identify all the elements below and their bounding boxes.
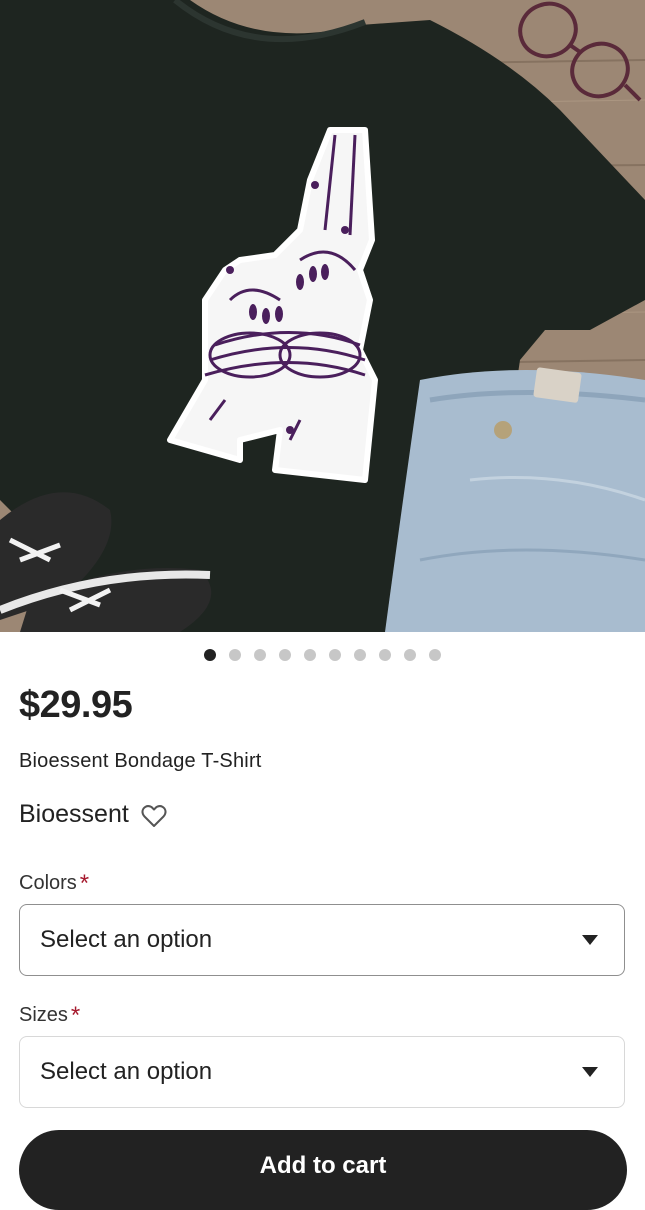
carousel-dot-6[interactable] xyxy=(329,649,341,661)
carousel-dots[interactable] xyxy=(0,649,645,661)
colors-label-text: Colors xyxy=(19,872,77,894)
product-title: Bioessent Bondage T-Shirt xyxy=(19,750,262,772)
carousel-dot-5[interactable] xyxy=(304,649,316,661)
sizes-label-text: Sizes xyxy=(19,1004,68,1026)
carousel-dot-10[interactable] xyxy=(429,649,441,661)
caret-down-icon xyxy=(582,1067,598,1077)
sizes-select-value: Select an option xyxy=(40,1058,213,1085)
carousel-dot-3[interactable] xyxy=(254,649,266,661)
colors-select[interactable]: Select an option xyxy=(19,904,625,976)
caret-down-icon xyxy=(582,935,598,945)
sizes-label: Sizes * xyxy=(19,1000,81,1029)
required-mark: * xyxy=(79,870,90,897)
shop-name[interactable]: Bioessent xyxy=(19,800,129,829)
shop-row: Bioessent xyxy=(19,800,167,829)
required-mark: * xyxy=(70,1002,81,1029)
carousel-dot-9[interactable] xyxy=(404,649,416,661)
add-to-cart-button[interactable]: Add to cart xyxy=(19,1130,627,1210)
carousel-dot-4[interactable] xyxy=(279,649,291,661)
carousel-dot-2[interactable] xyxy=(229,649,241,661)
product-price: $29.95 xyxy=(19,684,133,726)
add-to-cart-label: Add to cart xyxy=(259,1152,387,1179)
carousel-dot-1[interactable] xyxy=(204,649,216,661)
carousel-dot-8[interactable] xyxy=(379,649,391,661)
colors-label: Colors * xyxy=(19,868,90,897)
carousel-dot-7[interactable] xyxy=(354,649,366,661)
sizes-select[interactable]: Select an option xyxy=(19,1036,625,1108)
product-image[interactable] xyxy=(0,0,645,632)
colors-select-value: Select an option xyxy=(40,926,213,953)
heart-outline-icon[interactable] xyxy=(141,804,167,828)
